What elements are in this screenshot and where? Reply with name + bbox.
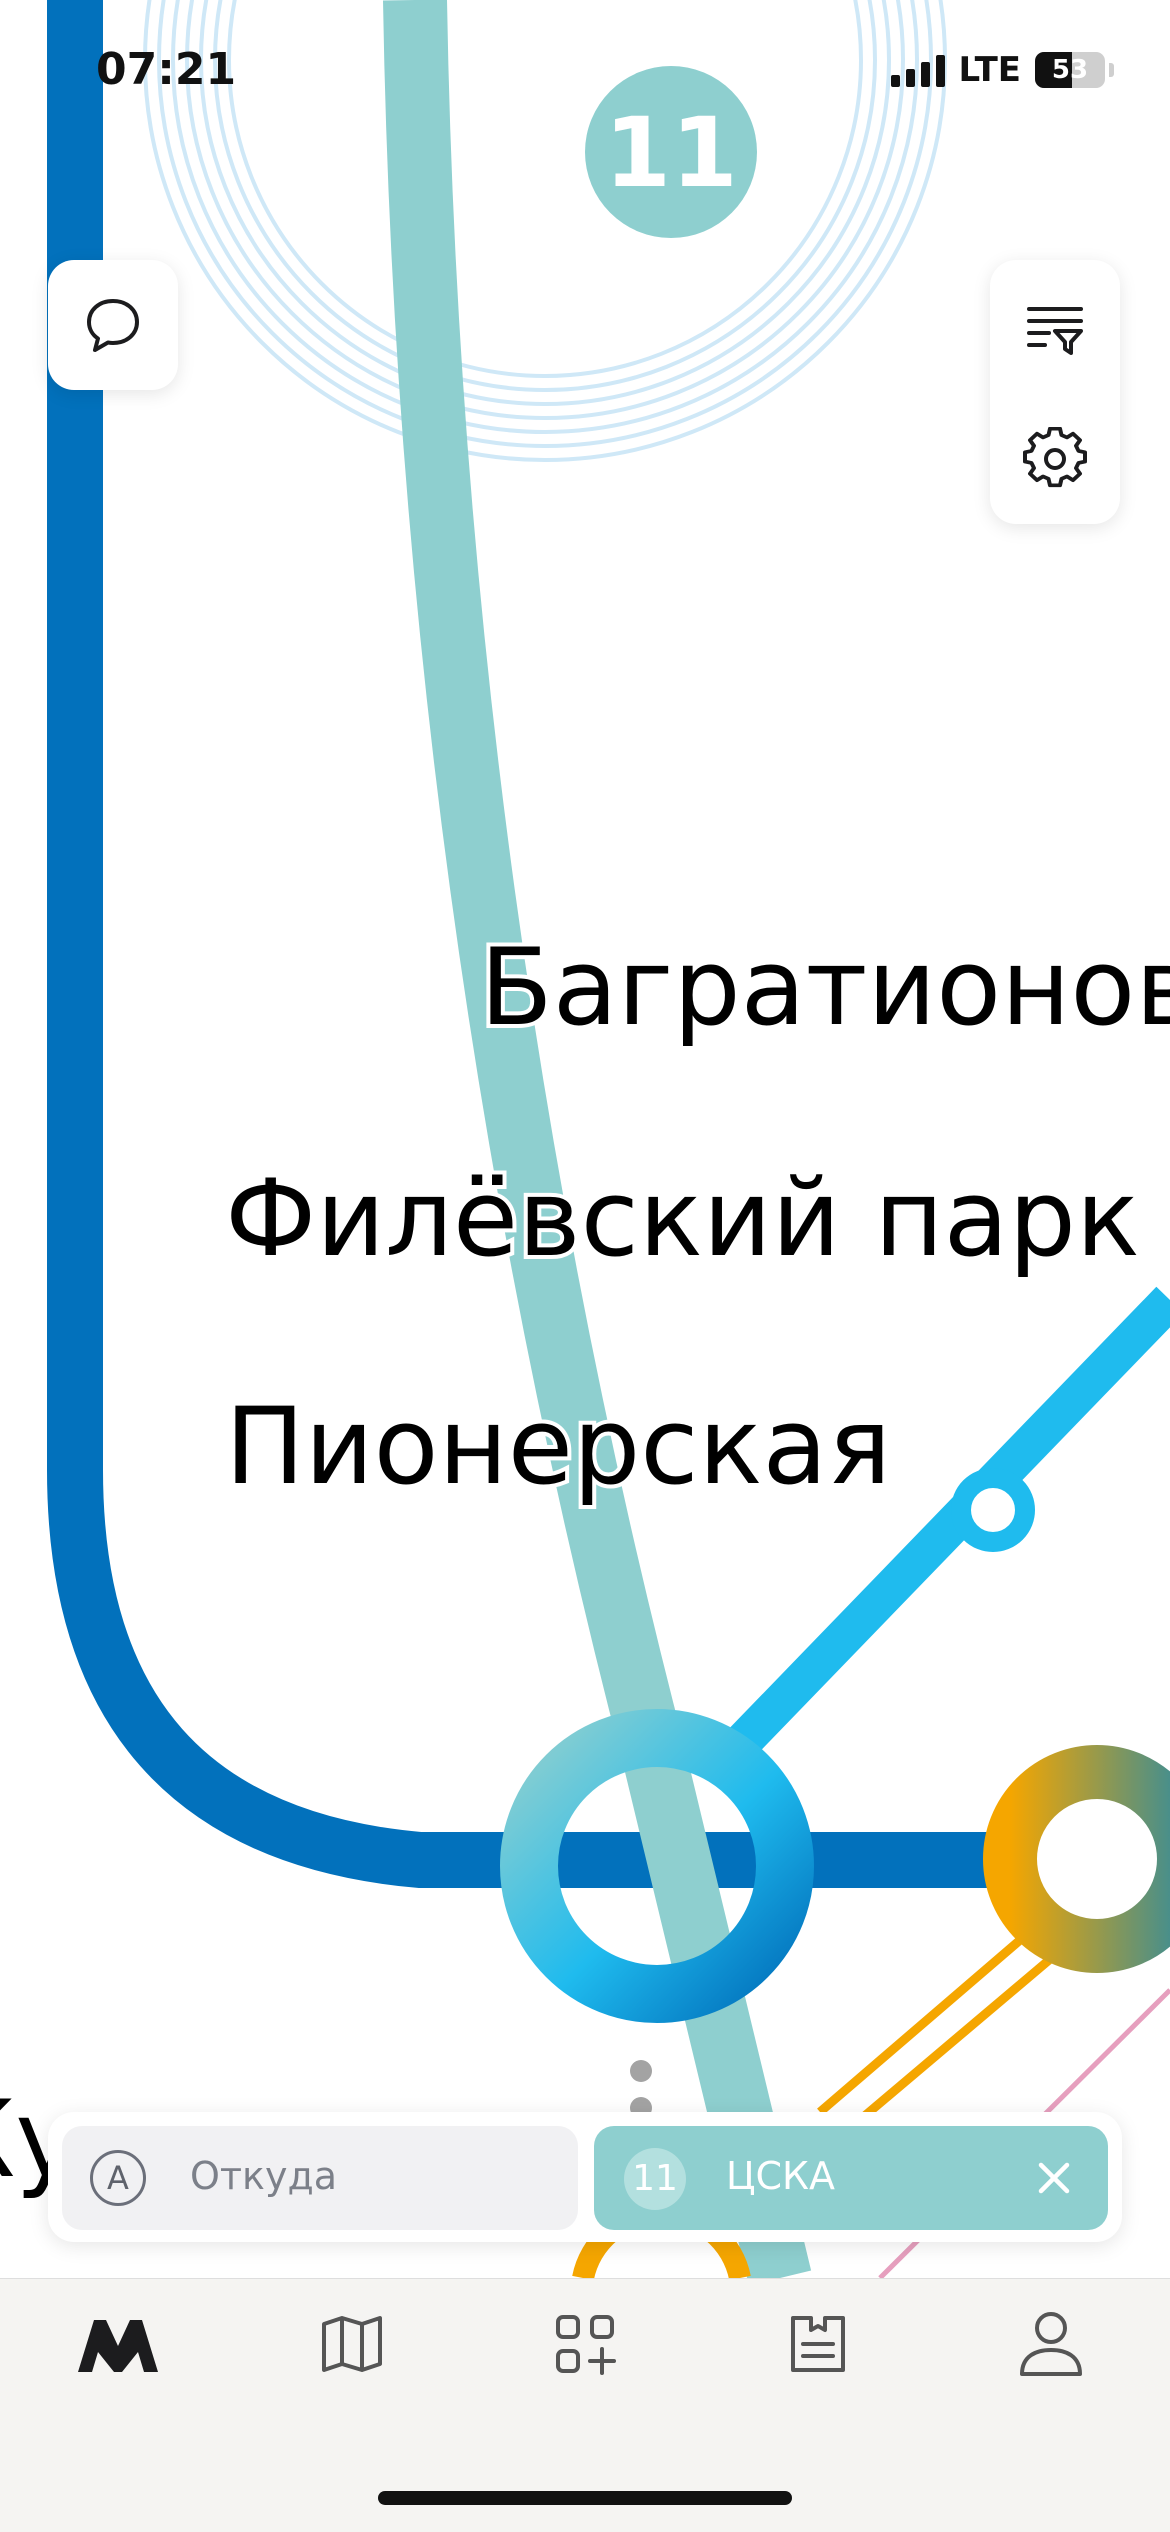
tab-metro[interactable] [58, 2279, 178, 2409]
close-icon [1038, 2162, 1070, 2194]
to-line-badge: 11 [624, 2148, 686, 2210]
station-label-filevsky-park[interactable]: Филёвский парк [221, 1153, 1144, 1284]
line-4-track [716, 1286, 1170, 1769]
network-type: LTE [958, 50, 1021, 90]
battery-icon: 53 [1035, 52, 1105, 88]
services-icon [556, 2315, 616, 2375]
gear-icon [1023, 427, 1087, 488]
to-station-field[interactable]: 11 ЦСКА [594, 2126, 1108, 2230]
tab-map[interactable] [292, 2279, 412, 2409]
clear-destination-button[interactable] [1026, 2150, 1082, 2206]
point-a-marker: A [90, 2150, 146, 2206]
filter-button[interactable] [990, 264, 1120, 394]
chat-bubble-icon [48, 260, 178, 390]
tab-profile[interactable] [991, 2279, 1111, 2409]
status-bar: 07:21 LTE 53 [0, 0, 1170, 140]
settings-button[interactable] [990, 394, 1120, 524]
metro-map-app: 11 Багратионовская Филёвский парк Пионер… [0, 0, 1170, 2532]
from-station-field[interactable]: A Откуда [62, 2126, 578, 2230]
chat-button[interactable] [48, 260, 178, 390]
battery-cap [1109, 63, 1114, 77]
battery-level: 53 [1051, 55, 1089, 85]
transfer-dots [630, 2060, 652, 2119]
tab-services[interactable] [525, 2279, 645, 2409]
tickets-icon [791, 2316, 845, 2372]
metro-icon [78, 2320, 158, 2372]
home-indicator [378, 2491, 792, 2505]
station-label-pionerskaya[interactable]: Пионерская [221, 1381, 895, 1512]
tab-tickets[interactable] [758, 2279, 878, 2409]
transfer-station-ring-right[interactable] [983, 1745, 1170, 1973]
map-icon [322, 2316, 382, 2372]
filter-list-icon [1027, 307, 1083, 355]
station-label-bagrationovskaya[interactable]: Багратионовская [476, 922, 1170, 1053]
status-indicators: LTE 53 [890, 50, 1114, 90]
cellular-signal-icon [890, 53, 945, 87]
profile-icon [1020, 2312, 1082, 2376]
to-station-name: ЦСКА [726, 2154, 836, 2198]
from-placeholder: Откуда [190, 2154, 338, 2198]
map-controls-panel [990, 260, 1120, 524]
line-11-track [383, 0, 812, 2286]
station-marker-line-4[interactable] [951, 1468, 1035, 1552]
status-time: 07:21 [96, 44, 237, 95]
route-bar: A Откуда 11 ЦСКА [48, 2112, 1122, 2242]
